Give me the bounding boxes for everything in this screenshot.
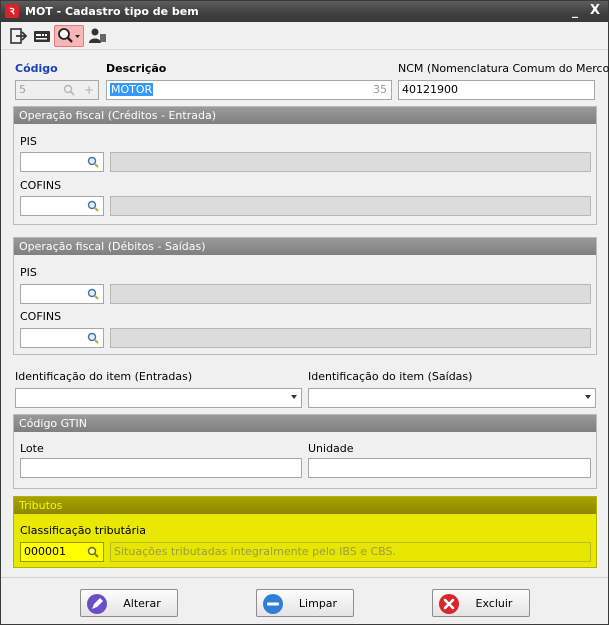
search-icon[interactable] — [86, 331, 100, 345]
classificacao-code-input[interactable]: 000001 — [20, 542, 104, 562]
limpar-label: Limpar — [298, 597, 338, 610]
alterar-label: Alterar — [123, 597, 161, 610]
pis-saida-code-input[interactable] — [20, 284, 104, 304]
cofins-entrada-code-input[interactable] — [20, 196, 104, 216]
search-icon[interactable] — [86, 287, 100, 301]
cofins-saida-label: COFINS — [20, 310, 62, 323]
search-icon[interactable] — [86, 155, 100, 169]
window-title: MOT - Cadastro tipo de bem — [25, 5, 199, 18]
search-icon[interactable] — [86, 199, 100, 213]
ncm-input[interactable]: 40121900 — [398, 80, 595, 100]
exit-icon[interactable] — [7, 25, 29, 47]
clear-icon — [263, 594, 283, 614]
chevron-down-icon[interactable] — [585, 395, 591, 399]
toolbar — [1, 22, 608, 50]
codigo-value: 5 — [19, 83, 26, 96]
gtin-group: Código GTIN Lote Unidade — [13, 414, 597, 489]
pis-entrada-code-input[interactable] — [20, 152, 104, 172]
operacao-entrada-header: Operação fiscal (Créditos - Entrada) — [14, 107, 596, 124]
cofins-saida-code-input[interactable] — [20, 328, 104, 348]
classificacao-desc: Situações tributadas integralmente pelo … — [110, 542, 591, 562]
lote-input[interactable] — [20, 458, 302, 478]
ident-saidas-select[interactable] — [308, 388, 596, 408]
unidade-input[interactable] — [308, 458, 591, 478]
close-button[interactable]: X — [587, 3, 603, 19]
user-icon[interactable] — [86, 25, 108, 47]
main-window: ꝛ MOT - Cadastro tipo de bem _ X Código … — [0, 0, 609, 625]
edit-icon — [87, 594, 107, 614]
codigo-input[interactable]: 5 + — [15, 80, 99, 100]
search-icon[interactable] — [86, 545, 100, 559]
classificacao-desc-value: Situações tributadas integralmente pelo … — [114, 545, 397, 558]
search-icon[interactable] — [62, 83, 76, 97]
pis-entrada-label: PIS — [20, 135, 37, 148]
pis-entrada-desc — [110, 152, 591, 172]
operacao-saida-group: Operação fiscal (Débitos - Saídas) PIS C… — [13, 237, 597, 355]
minimize-button[interactable]: _ — [567, 3, 583, 19]
tributos-header: Tributos — [14, 497, 596, 514]
excluir-label: Excluir — [475, 597, 513, 610]
gtin-header: Código GTIN — [14, 415, 596, 432]
pis-saida-desc — [110, 284, 591, 304]
pis-saida-label: PIS — [20, 266, 37, 279]
ncm-value: 40121900 — [402, 83, 458, 96]
unidade-label: Unidade — [308, 442, 354, 455]
cofins-entrada-desc — [110, 196, 591, 216]
cofins-saida-desc — [110, 328, 591, 348]
limpar-button[interactable]: Limpar — [256, 589, 354, 617]
classificacao-code-value: 000001 — [24, 545, 66, 558]
lote-label: Lote — [20, 442, 44, 455]
bottom-separator — [1, 577, 608, 578]
codigo-label: Código — [15, 62, 58, 75]
descricao-label: Descrição — [106, 62, 167, 75]
ncm-label: NCM (Nomenclatura Comum do Mercosul) — [398, 62, 609, 75]
ident-entradas-label: Identificação do item (Entradas) — [15, 370, 193, 383]
delete-icon — [439, 594, 459, 614]
descricao-value: MOTOR — [110, 83, 154, 96]
chevron-down-icon[interactable] — [291, 395, 297, 399]
app-logo-icon: ꝛ — [5, 4, 19, 18]
search-icon[interactable] — [54, 25, 84, 47]
operacao-entrada-group: Operação fiscal (Créditos - Entrada) PIS… — [13, 106, 597, 225]
ident-saidas-label: Identificação do item (Saídas) — [308, 370, 473, 383]
tributos-group: Tributos Classificação tributária 000001… — [13, 496, 597, 568]
title-bar: ꝛ MOT - Cadastro tipo de bem _ X — [1, 1, 608, 22]
operacao-saida-header: Operação fiscal (Débitos - Saídas) — [14, 238, 596, 255]
alterar-button[interactable]: Alterar — [80, 589, 178, 617]
ident-entradas-select[interactable] — [15, 388, 302, 408]
id-card-icon[interactable] — [31, 25, 53, 47]
excluir-button[interactable]: Excluir — [432, 589, 530, 617]
descricao-maxlen: 35 — [373, 83, 387, 96]
descricao-input[interactable]: MOTOR 35 — [106, 80, 392, 100]
classificacao-label: Classificação tributária — [20, 524, 146, 537]
plus-icon[interactable]: + — [84, 81, 94, 99]
cofins-entrada-label: COFINS — [20, 179, 62, 192]
